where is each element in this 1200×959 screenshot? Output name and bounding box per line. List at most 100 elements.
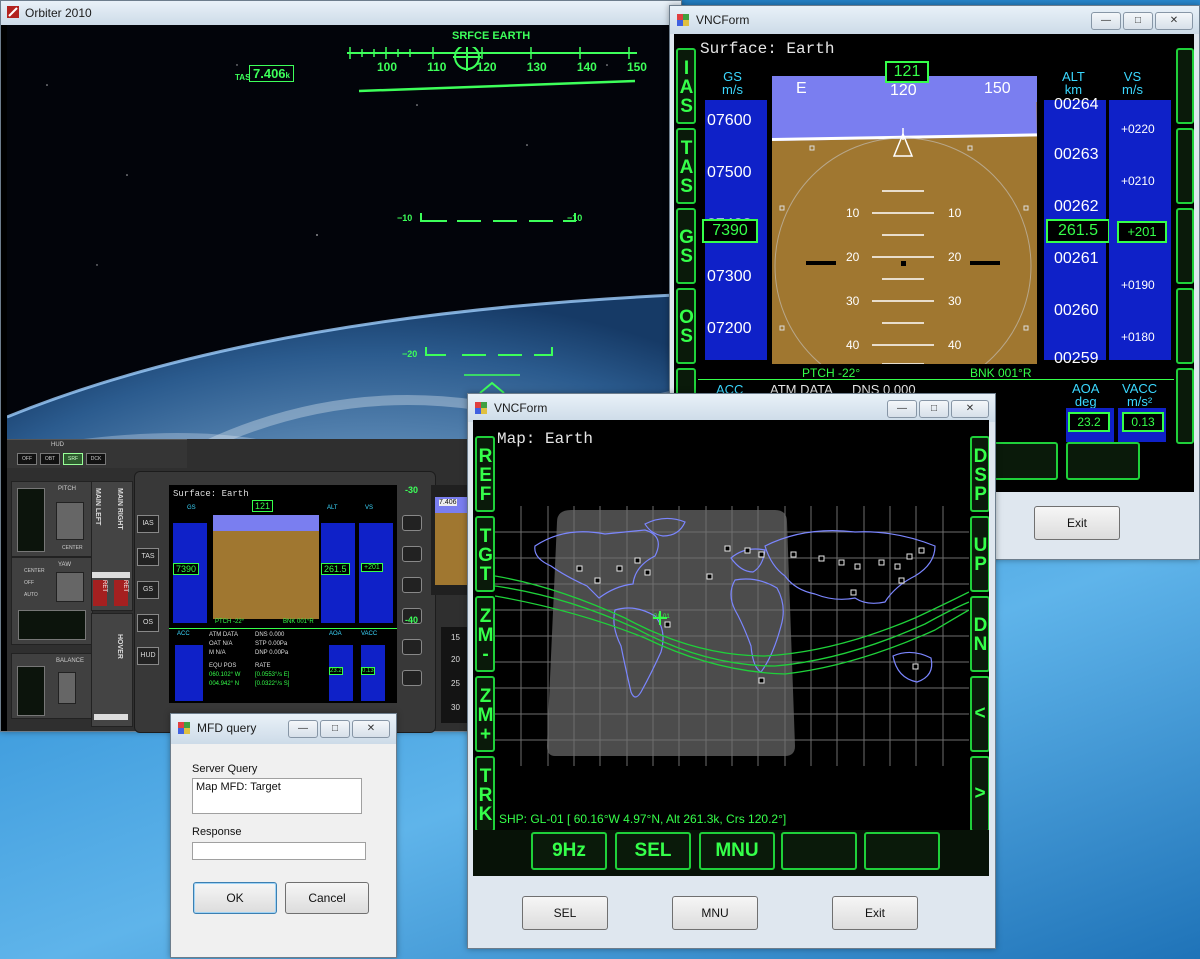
- hud-pitch-neg20: −20: [402, 349, 418, 359]
- map-sel-softkey[interactable]: SEL: [615, 832, 691, 870]
- vnc-app-icon: [677, 14, 689, 26]
- mini-right-button[interactable]: [402, 577, 422, 593]
- orbiter-titlebar[interactable]: Orbiter 2010: [1, 1, 681, 25]
- ladder-30-r: 30: [948, 294, 962, 308]
- minimize-button[interactable]: —: [288, 720, 318, 738]
- prev-button[interactable]: <: [970, 676, 989, 752]
- alt-value-box: 261.5: [1046, 219, 1110, 243]
- world-map[interactable]: [495, 506, 969, 766]
- map-mnu-softkey[interactable]: MNU: [699, 832, 775, 870]
- mini-gs-label: GS: [187, 505, 196, 511]
- dn-button-label: DN: [970, 615, 989, 653]
- mini-rate-title: RATE: [255, 663, 271, 669]
- ship-marker-label: GL-01: [653, 614, 670, 620]
- hud-heading-labels: 100 110 120 130 140 150: [377, 60, 647, 74]
- right-hsi-ground: [435, 513, 469, 585]
- alt-tick: 00261: [1054, 250, 1099, 267]
- surface-gs-button[interactable]: GS: [676, 208, 698, 284]
- dsp-button[interactable]: DSP: [970, 436, 989, 512]
- hud-tick-label: 130: [526, 60, 547, 74]
- zoom-in-button[interactable]: ZM+: [475, 676, 496, 752]
- surface-exit-button[interactable]: Exit: [1034, 506, 1120, 540]
- close-button[interactable]: ✕: [352, 720, 390, 738]
- main-ret-left[interactable]: RET: [93, 580, 107, 606]
- mini-gs-button[interactable]: GS: [137, 581, 159, 599]
- maximize-button[interactable]: □: [1123, 12, 1153, 30]
- mini-hud-button[interactable]: HUD: [137, 647, 159, 665]
- rate-9hz-button[interactable]: 9Hz: [531, 832, 607, 870]
- server-query-field[interactable]: Map MFD: Target: [192, 778, 362, 814]
- ref-button[interactable]: REF: [475, 436, 496, 512]
- map-mnu-button[interactable]: MNU: [672, 896, 758, 930]
- map-softkey-4[interactable]: [781, 832, 857, 870]
- up-button[interactable]: UP: [970, 516, 989, 592]
- vnc-surface-titlebar[interactable]: VNCForm — □ ✕: [670, 6, 1199, 34]
- surface-ias-button[interactable]: IAS: [676, 48, 697, 124]
- close-button[interactable]: ✕: [951, 400, 989, 418]
- main-throttle[interactable]: MAIN LEFT MAIN RIGHT RET RET: [91, 481, 133, 611]
- balance-switch[interactable]: [58, 672, 76, 704]
- mini-ias-button[interactable]: IAS: [137, 515, 159, 533]
- surface-bottom-button-5[interactable]: [1066, 442, 1140, 480]
- vs-tick: +0210: [1121, 174, 1155, 188]
- vs-tick: +0220: [1121, 122, 1155, 136]
- trk-button[interactable]: TRK: [475, 756, 496, 832]
- mfd-query-titlebar[interactable]: MFD query — □ ✕: [171, 714, 396, 744]
- map-exit-button[interactable]: Exit: [832, 896, 918, 930]
- mini-tas-button[interactable]: TAS: [137, 548, 159, 566]
- mini-right-button[interactable]: [402, 639, 422, 655]
- surface-gs-label: GS: [676, 227, 698, 265]
- surface-right-button-3[interactable]: [1176, 208, 1194, 284]
- maximize-button[interactable]: □: [320, 720, 350, 738]
- zoom-out-button[interactable]: ZM-: [475, 596, 496, 672]
- hud-off-button[interactable]: OFF: [17, 453, 37, 465]
- hud-mode-buttons: OFF OBT SRF DCK: [17, 453, 106, 465]
- hud-tas-value: 7.406: [253, 66, 286, 81]
- hover-throttle[interactable]: HOVER: [91, 613, 133, 727]
- surface-right-button-2[interactable]: [1176, 128, 1194, 204]
- cancel-button[interactable]: Cancel: [285, 882, 369, 914]
- tgt-button[interactable]: TGT: [475, 516, 496, 592]
- mini-os-button[interactable]: OS: [137, 614, 159, 632]
- next-button[interactable]: >: [970, 756, 989, 832]
- surface-os-button[interactable]: OS: [676, 288, 697, 364]
- mfd-query-title: MFD query: [197, 721, 257, 735]
- response-field[interactable]: [192, 842, 366, 860]
- dn-button[interactable]: DN: [970, 596, 989, 672]
- surface-right-button-4[interactable]: [1176, 288, 1194, 364]
- vs-unit: m/s: [1122, 82, 1143, 97]
- surface-tas-button[interactable]: TAS: [676, 128, 697, 204]
- mini-right-button[interactable]: [402, 670, 422, 686]
- hud-dck-button[interactable]: DCK: [86, 453, 106, 465]
- hover-handle[interactable]: [94, 714, 128, 720]
- mini-right-button[interactable]: [402, 546, 422, 562]
- close-button[interactable]: ✕: [1155, 12, 1193, 30]
- right-tape-15: 15: [451, 633, 460, 642]
- main-ret-right[interactable]: RET: [114, 580, 128, 606]
- surface-right-button-5[interactable]: [1176, 368, 1194, 444]
- mini-equ-lon: 060.102° W: [209, 672, 241, 678]
- map-sel-button[interactable]: SEL: [522, 896, 608, 930]
- pitch-readout: PTCH -22°: [802, 366, 861, 380]
- pitch-switch[interactable]: [56, 502, 84, 540]
- main-throttle-handle[interactable]: [92, 572, 130, 578]
- minimize-button[interactable]: —: [1091, 12, 1121, 30]
- mini-acc-tape: [175, 645, 203, 701]
- vacc-unit: m/s²: [1126, 394, 1153, 409]
- mini-right-button[interactable]: [402, 515, 422, 531]
- hud-srf-button[interactable]: SRF: [63, 453, 83, 465]
- map-softkey-5[interactable]: [864, 832, 940, 870]
- yaw-switch[interactable]: [56, 572, 84, 602]
- ok-button[interactable]: OK: [193, 882, 277, 914]
- bank-readout: BNK 001°R: [970, 366, 1032, 380]
- vacc-value-box: 0.13: [1122, 412, 1164, 432]
- gs-tick: 07500: [707, 164, 752, 181]
- surface-right-button-1[interactable]: [1176, 48, 1194, 124]
- minimize-button[interactable]: —: [887, 400, 917, 418]
- hud-tick-label: 120: [476, 60, 497, 74]
- vnc-map-titlebar[interactable]: VNCForm — □ ✕: [468, 394, 995, 422]
- gs-value-box: 7390: [702, 219, 758, 243]
- hud-obt-button[interactable]: OBT: [40, 453, 60, 465]
- right-marker-mid: -40: [405, 615, 419, 625]
- maximize-button[interactable]: □: [919, 400, 949, 418]
